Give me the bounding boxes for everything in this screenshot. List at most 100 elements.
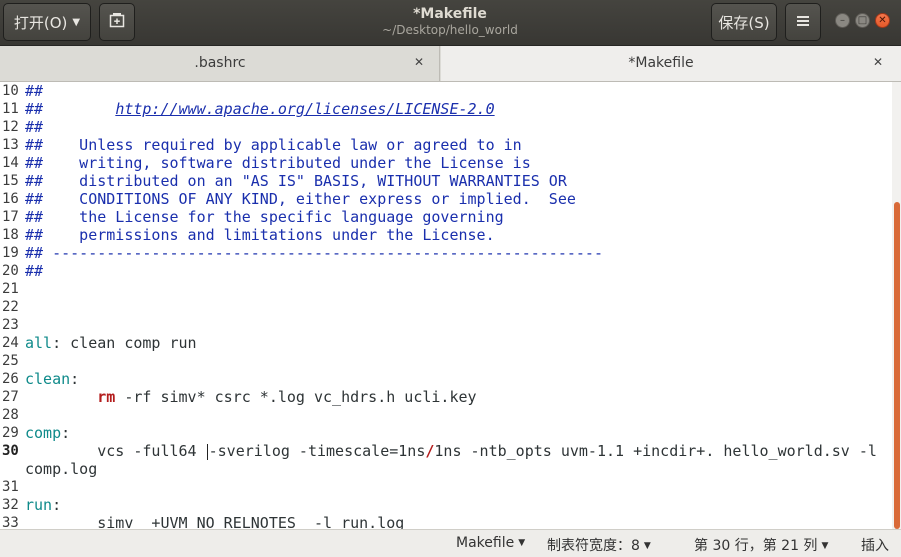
code-line[interactable]: 10 ## — [0, 82, 892, 100]
line-code: run: — [25, 496, 61, 514]
code-line[interactable]: 22 — [0, 298, 892, 316]
code-token: vcs -full64 — [25, 442, 206, 460]
line-code: comp.log — [25, 460, 97, 478]
line-code: ## CONDITIONS OF ANY KIND, either expres… — [25, 190, 576, 208]
tab-label: .bashrc — [194, 55, 246, 71]
vertical-scrollbar[interactable] — [892, 82, 901, 529]
code-token: ## — [25, 118, 44, 136]
line-code: all: clean comp run — [25, 334, 197, 352]
cursor-position-selector[interactable]: 第 30 行，第 21 列 ▼ — [694, 535, 828, 555]
hamburger-menu-icon — [796, 13, 810, 31]
window-subtitle: ~/Desktop/hello_world — [382, 23, 518, 37]
line-code: rm -rf simv* csrc *.log vc_hdrs.h ucli.k… — [25, 388, 476, 406]
line-number: 14 — [2, 155, 19, 171]
code-line[interactable]: 16 ## CONDITIONS OF ANY KIND, either expr… — [0, 190, 892, 208]
code-token: ## — [25, 262, 44, 280]
line-code: clean: — [25, 370, 79, 388]
code-line[interactable]: 32 run: — [0, 496, 892, 514]
line-number: 18 — [2, 227, 19, 243]
code-line[interactable]: 25 — [0, 352, 892, 370]
code-token: run — [25, 496, 53, 514]
line-code: ## — [25, 262, 43, 280]
line-code: ## Unless required by applicable law or … — [25, 136, 522, 154]
line-number: 25 — [2, 353, 19, 369]
code-line[interactable]: 24 all: clean comp run — [0, 334, 892, 352]
window-title: *Makefile — [413, 6, 487, 22]
code-line[interactable]: 19 ## -----------------------------------… — [0, 244, 892, 262]
code-editor[interactable]: 10 ## 11 ## http://www.apache.org/licenses/… — [0, 82, 892, 529]
code-token: ## — [25, 82, 44, 100]
line-number: 20 — [2, 263, 19, 279]
code-line[interactable]: 28 — [0, 406, 892, 424]
minimize-icon[interactable]: – — [835, 13, 850, 28]
line-number: 26 — [2, 371, 19, 387]
code-line[interactable]: 29 comp: — [0, 424, 892, 442]
maximize-icon[interactable]: □ — [855, 13, 870, 28]
tab-close-icon[interactable]: ✕ — [414, 55, 424, 69]
line-number: 30 — [2, 443, 19, 459]
code-token: ## Unless required by applicable law or … — [25, 136, 522, 154]
menu-button[interactable] — [785, 3, 821, 41]
line-number: 23 — [2, 317, 19, 333]
tab-makefile[interactable]: *Makefile ✕ — [441, 46, 901, 81]
text-cursor — [206, 443, 208, 460]
code-line[interactable]: 27 rm -rf simv* csrc *.log vc_hdrs.h ucl… — [0, 388, 892, 406]
line-number: 17 — [2, 209, 19, 225]
code-line[interactable]: 13 ## Unless required by applicable law o… — [0, 136, 892, 154]
code-line[interactable]: comp.log — [0, 460, 892, 478]
code-token: -sverilog -timescale=1ns — [208, 442, 426, 460]
code-line[interactable]: 18 ## permissions and limitations under t… — [0, 226, 892, 244]
code-token: : — [52, 496, 62, 514]
line-number: 24 — [2, 335, 19, 351]
tab-close-icon[interactable]: ✕ — [873, 55, 883, 69]
header-bar: 打开(O) ▼ *Makefile ~/Desktop/hello_world … — [0, 0, 901, 46]
line-code: ## permissions and limitations under the… — [25, 226, 495, 244]
code-token: 1ns -ntb_opts uvm-1.1 +incdir+. hello_wo… — [434, 442, 877, 460]
code-line[interactable]: 21 — [0, 280, 892, 298]
code-token: comp — [25, 424, 62, 442]
line-code: ## — [25, 118, 43, 136]
tab-bashrc[interactable]: .bashrc ✕ — [0, 46, 440, 81]
close-icon[interactable]: ✕ — [875, 13, 890, 28]
tab-bar: .bashrc ✕ *Makefile ✕ — [0, 46, 901, 82]
line-number: 15 — [2, 173, 19, 189]
scrollbar-thumb[interactable] — [894, 202, 900, 529]
tab-width-label: 制表符宽度：8 — [547, 538, 640, 554]
code-line[interactable]: 20 ## — [0, 262, 892, 280]
code-line[interactable]: 33 simv +UVM_NO_RELNOTES -l run.log — [0, 514, 892, 529]
code-line[interactable]: 23 — [0, 316, 892, 334]
line-code: ## http://www.apache.org/licenses/LICENS… — [25, 100, 495, 118]
chevron-down-icon: ▼ — [518, 538, 526, 548]
code-line[interactable]: 17 ## the License for the specific langua… — [0, 208, 892, 226]
language-selector[interactable]: Makefile ▼ — [456, 535, 525, 551]
window-title-area: *Makefile ~/Desktop/hello_world — [300, 5, 600, 38]
code-line[interactable]: 11 ## http://www.apache.org/licenses/LICE… — [0, 100, 892, 118]
line-number: 13 — [2, 137, 19, 153]
code-line[interactable]: 12 ## — [0, 118, 892, 136]
code-token: ## distributed on an "AS IS" BASIS, WITH… — [25, 172, 567, 190]
cursor-position-label: 第 30 行，第 21 列 — [694, 538, 818, 554]
save-button[interactable]: 保存(S) — [711, 3, 777, 41]
line-code: ## — [25, 82, 43, 100]
code-line[interactable]: 26 clean: — [0, 370, 892, 388]
tab-width-selector[interactable]: 制表符宽度：8 ▼ — [547, 535, 651, 555]
line-number: 11 — [2, 101, 19, 117]
code-token: all — [25, 334, 53, 352]
code-line[interactable]: 31 — [0, 478, 892, 496]
line-code: ## -------------------------------------… — [25, 244, 603, 262]
code-line[interactable]: 30 vcs -full64 -sverilog -timescale=1ns/… — [0, 442, 892, 460]
code-token: rm — [97, 388, 116, 406]
chevron-down-icon: ▼ — [821, 541, 829, 551]
code-line[interactable]: 14 ## writing, software distributed under… — [0, 154, 892, 172]
code-token: ## the License for the specific language… — [25, 208, 504, 226]
code-token: clean — [25, 370, 71, 388]
chevron-down-icon: ▼ — [72, 16, 81, 28]
open-button[interactable]: 打开(O) ▼ — [3, 3, 91, 41]
new-document-button[interactable] — [99, 3, 135, 41]
save-button-label: 保存(S) — [718, 13, 770, 32]
code-token: ## -------------------------------------… — [25, 244, 603, 262]
code-line[interactable]: 15 ## distributed on an "AS IS" BASIS, WI… — [0, 172, 892, 190]
code-token: ## CONDITIONS OF ANY KIND, either expres… — [25, 190, 576, 208]
line-number: 21 — [2, 281, 19, 297]
